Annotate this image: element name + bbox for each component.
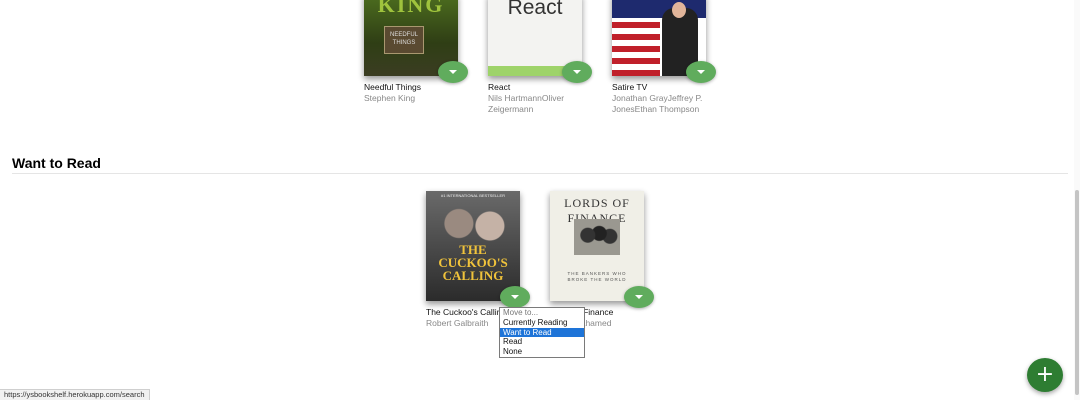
caret-down-icon bbox=[635, 295, 643, 299]
shelf-changer-button[interactable] bbox=[438, 61, 468, 83]
book-title: React bbox=[488, 82, 511, 92]
cover-tagline: #1 INTERNATIONAL BESTSELLER bbox=[440, 193, 506, 198]
book-cover: LORDS OF FINANCE THE BANKERS WHO BROKE T… bbox=[550, 191, 644, 301]
cover-title: React bbox=[507, 0, 563, 19]
shelf-changer-button[interactable] bbox=[500, 286, 530, 308]
caret-down-icon bbox=[697, 70, 705, 74]
book-react: React React Nils HartmannOliver Zeigerma… bbox=[488, 0, 628, 115]
shelf-changer-button[interactable] bbox=[686, 61, 716, 83]
shelf-select-dropdown[interactable]: Move to... Currently Reading Want to Rea… bbox=[499, 307, 585, 358]
status-bar-url: https://ysbookshelf.herokuapp.com/search bbox=[0, 389, 150, 400]
book-title: The Cuckoo's Calling bbox=[426, 307, 500, 317]
book-needful-things: KING NEEDFUL THINGS Needful Things Steph… bbox=[364, 0, 504, 104]
book-authors: Robert Galbraith bbox=[426, 318, 489, 328]
option-read[interactable]: Read bbox=[500, 337, 584, 347]
book-title: Satire TV bbox=[612, 82, 648, 92]
book-authors: Stephen King bbox=[364, 93, 416, 103]
option-want-to-read[interactable]: Want to Read bbox=[500, 327, 584, 338]
cover-title: KING bbox=[377, 0, 445, 17]
scrollbar-thumb[interactable] bbox=[1075, 190, 1079, 395]
shelf-changer-button[interactable] bbox=[562, 61, 592, 83]
cover-flag bbox=[612, 18, 660, 76]
shelf-divider bbox=[12, 173, 1068, 174]
book-title: Needful Things bbox=[364, 82, 422, 92]
book-authors: Nils HartmannOliver Zeigermann bbox=[488, 93, 565, 114]
shelf-changer-button[interactable] bbox=[624, 286, 654, 308]
add-book-button[interactable]: + bbox=[1027, 358, 1063, 392]
option-currently-reading[interactable]: Currently Reading bbox=[500, 318, 584, 328]
plus-icon: + bbox=[1035, 362, 1055, 387]
cover-photo bbox=[574, 219, 620, 255]
caret-down-icon bbox=[573, 70, 581, 74]
book-satire-tv: Satire TV Jonathan GrayJeffrey P. JonesE… bbox=[612, 0, 752, 115]
cover-subtitle: THE BANKERS WHO BROKE THE WORLD bbox=[567, 271, 627, 282]
book-authors: Jonathan GrayJeffrey P. JonesEthan Thomp… bbox=[612, 93, 703, 114]
caret-down-icon bbox=[511, 295, 519, 299]
cover-face bbox=[672, 2, 686, 18]
cover-sign: NEEDFUL THINGS bbox=[384, 26, 424, 54]
book-cover: #1 INTERNATIONAL BESTSELLER THE CUCKOO'S… bbox=[426, 191, 520, 301]
shelf-title-want-to-read: Want to Read bbox=[12, 155, 101, 171]
caret-down-icon bbox=[449, 70, 457, 74]
option-move-to: Move to... bbox=[503, 308, 539, 317]
cover-title: THE CUCKOO'S CALLING bbox=[438, 242, 508, 283]
option-none[interactable]: None bbox=[500, 347, 584, 357]
